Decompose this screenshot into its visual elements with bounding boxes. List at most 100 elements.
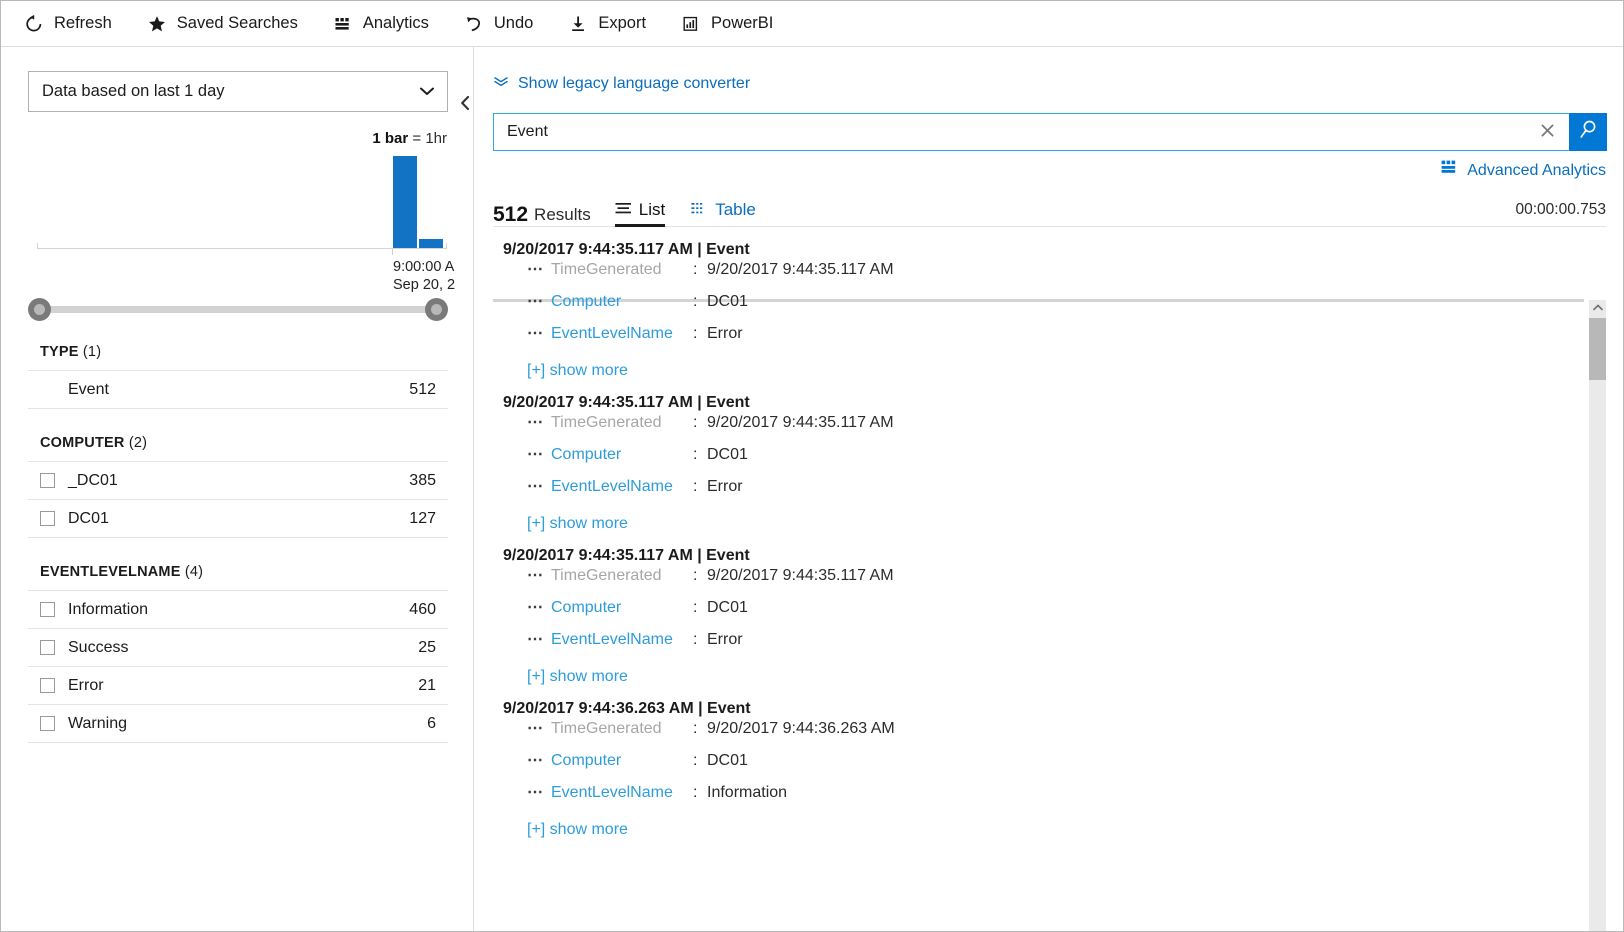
result-field-row: ⋯ Computer : DC01 xyxy=(493,293,1584,325)
ellipsis-icon[interactable]: ⋯ xyxy=(527,568,551,584)
facet-row-event[interactable]: Event 512 xyxy=(28,371,448,409)
slider-handle-end[interactable] xyxy=(425,298,448,321)
time-range-slider[interactable] xyxy=(28,296,448,322)
result-item[interactable]: 9/20/2017 9:44:36.263 AM | Event ⋯ TimeG… xyxy=(493,686,1584,839)
saved-searches-label: Saved Searches xyxy=(176,14,298,33)
saved-searches-button[interactable]: Saved Searches xyxy=(146,13,298,35)
time-range-value: Data based on last 1 day xyxy=(42,82,225,100)
result-field-key[interactable]: EventLevelName xyxy=(551,478,693,496)
ellipsis-icon[interactable]: ⋯ xyxy=(527,753,551,769)
facet-checkbox[interactable] xyxy=(40,678,55,693)
result-field-key: TimeGenerated xyxy=(551,720,662,737)
facet-row-warning[interactable]: Warning 6 xyxy=(28,705,448,743)
collapse-sidebar-button[interactable] xyxy=(456,95,474,115)
refresh-button[interactable]: Refresh xyxy=(23,13,112,35)
search-input[interactable] xyxy=(505,122,1536,142)
result-field-colon: : xyxy=(693,261,698,278)
show-more-link[interactable]: [+] show more xyxy=(493,510,628,533)
chevron-up-icon xyxy=(1592,304,1603,313)
result-field-colon: : xyxy=(693,325,698,342)
tab-list-view[interactable]: List xyxy=(614,200,666,227)
filters-sidebar: Data based on last 1 day 1 bar = 1hr 9:0… xyxy=(1,47,474,931)
result-field-key[interactable]: Computer xyxy=(551,446,693,464)
ellipsis-icon[interactable]: ⋯ xyxy=(527,415,551,431)
facet-checkbox[interactable] xyxy=(40,473,55,488)
star-icon xyxy=(146,13,168,35)
facet-checkbox[interactable] xyxy=(40,640,55,655)
result-field-colon: : xyxy=(693,631,698,648)
result-field-value: Error xyxy=(707,478,743,495)
facet-row-label: Event xyxy=(68,380,109,398)
chart-plot-area xyxy=(37,156,447,255)
result-item[interactable]: 9/20/2017 9:44:35.117 AM | Event ⋯ TimeG… xyxy=(493,380,1584,533)
time-range-select[interactable]: Data based on last 1 day xyxy=(28,71,448,112)
show-more-link[interactable]: [+] show more xyxy=(493,663,628,686)
result-field-colon: : xyxy=(693,720,698,737)
analytics-button[interactable]: Analytics xyxy=(332,13,429,35)
undo-arrow-icon xyxy=(463,13,485,35)
facet-title-text: TYPE xyxy=(40,344,79,360)
main-body: Data based on last 1 day 1 bar = 1hr 9:0… xyxy=(1,47,1623,931)
result-field-key[interactable]: Computer xyxy=(551,293,693,311)
close-x-icon[interactable] xyxy=(1536,123,1559,141)
facet-group-type: TYPE (1) Event 512 xyxy=(28,344,448,435)
facet-row-error[interactable]: Error 21 xyxy=(28,667,448,705)
powerbi-button[interactable]: PowerBI xyxy=(680,13,773,35)
tab-list-label: List xyxy=(638,200,666,219)
facet-row-information[interactable]: Information 460 xyxy=(28,591,448,629)
result-field-key[interactable]: Computer xyxy=(551,752,693,770)
facet-row-dc01[interactable]: DC01 127 xyxy=(28,500,448,538)
facet-groups: TYPE (1) Event 512 COMPUTER (2) _DC01 38… xyxy=(1,344,473,769)
undo-button[interactable]: Undo xyxy=(463,13,533,35)
facet-row-label: Warning xyxy=(68,714,127,732)
ellipsis-icon[interactable]: ⋯ xyxy=(527,632,551,648)
result-field-row: ⋯ Computer : DC01 xyxy=(493,599,1584,631)
facet-checkbox[interactable] xyxy=(40,716,55,731)
tab-table-view[interactable]: Table xyxy=(691,200,756,226)
ellipsis-icon[interactable]: ⋯ xyxy=(527,785,551,801)
bar-legend: 1 bar = 1hr xyxy=(372,130,447,147)
ellipsis-icon[interactable]: ⋯ xyxy=(527,294,551,310)
undo-label: Undo xyxy=(493,14,534,33)
chart-bar-1[interactable] xyxy=(419,239,443,248)
ellipsis-icon[interactable]: ⋯ xyxy=(527,326,551,342)
show-more-link[interactable]: [+] show more xyxy=(493,816,628,839)
chart-x-axis xyxy=(37,243,447,249)
search-submit-button[interactable] xyxy=(1569,113,1607,151)
facet-checkbox[interactable] xyxy=(40,511,55,526)
ellipsis-icon[interactable]: ⋯ xyxy=(527,262,551,278)
result-field-key[interactable]: EventLevelName xyxy=(551,631,693,649)
ellipsis-icon[interactable]: ⋯ xyxy=(527,447,551,463)
slider-handle-start[interactable] xyxy=(28,298,51,321)
result-item[interactable]: 9/20/2017 9:44:35.117 AM | Event ⋯ TimeG… xyxy=(493,533,1584,686)
facet-row-underscore-dc01[interactable]: _DC01 385 xyxy=(28,462,448,500)
results-scrollbar[interactable] xyxy=(1589,300,1606,931)
result-field-key[interactable]: Computer xyxy=(551,599,693,617)
ellipsis-icon[interactable]: ⋯ xyxy=(527,721,551,737)
result-field-value: Information xyxy=(707,784,788,801)
facet-row-label: Information xyxy=(68,600,149,618)
ellipsis-icon[interactable]: ⋯ xyxy=(527,479,551,495)
show-more-link[interactable]: [+] show more xyxy=(493,357,628,380)
result-field-value: Error xyxy=(707,631,743,648)
slider-track xyxy=(41,306,435,313)
facet-checkbox[interactable] xyxy=(40,602,55,617)
facet-title-count: (2) xyxy=(128,435,148,451)
search-box[interactable] xyxy=(493,113,1569,151)
ellipsis-icon[interactable]: ⋯ xyxy=(527,600,551,616)
analytics-label: Analytics xyxy=(362,14,429,33)
facet-row-count: 512 xyxy=(409,380,436,398)
result-field-key[interactable]: EventLevelName xyxy=(551,784,693,802)
query-elapsed-time: 00:00:00.753 xyxy=(1515,201,1606,218)
facet-row-success[interactable]: Success 25 xyxy=(28,629,448,667)
advanced-analytics-link[interactable]: Advanced Analytics xyxy=(474,160,1606,181)
time-histogram-chart[interactable]: 1 bar = 1hr 9:00:00 A Sep 20, 2 xyxy=(27,130,455,293)
result-item[interactable]: 9/20/2017 9:44:35.117 AM | Event ⋯ TimeG… xyxy=(493,227,1584,380)
result-field-key[interactable]: EventLevelName xyxy=(551,325,693,343)
show-legacy-converter-link[interactable]: Show legacy language converter xyxy=(493,74,750,93)
scrollbar-thumb[interactable] xyxy=(1589,318,1606,380)
export-label: Export xyxy=(598,14,647,33)
chart-bar-0[interactable] xyxy=(393,156,417,248)
export-button[interactable]: Export xyxy=(567,13,646,35)
scroll-up-button[interactable] xyxy=(1589,300,1606,317)
